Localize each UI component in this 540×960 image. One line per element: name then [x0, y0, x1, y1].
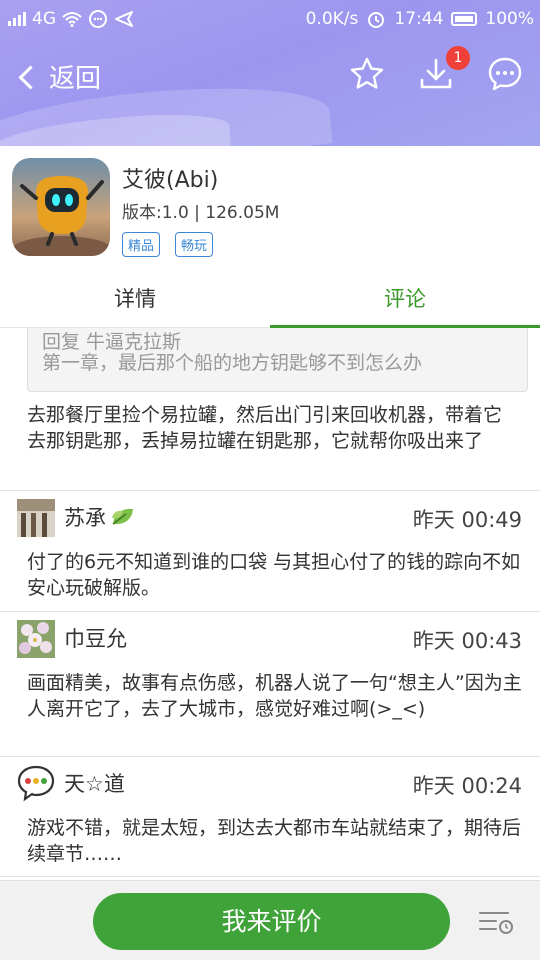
comment-text: 付了的6元不知道到谁的口袋 与其担心付了的钱的踪向不如安心玩破解版。: [27, 551, 521, 599]
back-label: 返回: [49, 64, 102, 94]
back-button[interactable]: 返回: [18, 58, 102, 95]
comment-time: 昨天 00:43: [412, 629, 522, 653]
divider: [0, 490, 540, 491]
comment-text: 画面精美，故事有点伤感，机器人说了一句“想主人”因为主人离开它了，去了大城市，感…: [27, 672, 522, 720]
battery-level: 100%: [485, 9, 534, 29]
alarm-icon: [368, 12, 385, 28]
send-icon: [115, 11, 133, 27]
star-icon[interactable]: [349, 56, 385, 92]
divider: [0, 876, 540, 877]
tag-badge: 畅玩: [175, 232, 214, 257]
app-icon: [12, 158, 110, 256]
app-title: 艾彼(Abi): [122, 168, 219, 193]
signal-icon: [8, 12, 26, 26]
network-speed: 0.0K/s: [305, 9, 359, 29]
comment-time: 昨天 00:24: [412, 774, 522, 798]
avatar[interactable]: [17, 620, 55, 658]
app-info: 艾彼(Abi) 版本:1.0 | 126.05M 精品 畅玩: [0, 146, 540, 270]
avatar[interactable]: [17, 499, 55, 537]
clock: 17:44: [394, 9, 444, 29]
write-review-button[interactable]: 我来评价: [93, 893, 450, 950]
battery-icon: [451, 12, 478, 26]
network-type: 4G: [32, 9, 56, 29]
comment-bubble-icon[interactable]: [487, 56, 523, 92]
wifi-icon: [62, 12, 82, 27]
tab-comments[interactable]: 评论: [270, 270, 540, 328]
header: 4G 0.0K/s 17:44 100% 返回 1: [0, 0, 540, 146]
divider: [0, 756, 540, 757]
comment-text: 游戏不错，就是太短，到达去大都市车站就结束了，期待后续章节……: [27, 817, 522, 865]
status-bar: 4G 0.0K/s 17:44 100%: [0, 0, 540, 38]
tab-details[interactable]: 详情: [0, 270, 270, 328]
comment-list[interactable]: 回复 牛逼克拉斯 第一章，最后那个船的地方钥匙够不到怎么办 去那餐厅里捡个易拉罐…: [0, 328, 540, 880]
tab-bar: 详情 评论: [0, 270, 540, 328]
comment-time: 昨天 00:49: [412, 508, 522, 532]
comment-author: 巾豆允: [64, 627, 127, 651]
comment-author: 天☆道: [64, 772, 125, 796]
leaf-emoji-icon: [112, 508, 133, 525]
chat-app-icon: [89, 10, 107, 28]
tag-badge: 精品: [122, 232, 161, 257]
quoted-comment: 回复 牛逼克拉斯 第一章，最后那个船的地方钥匙够不到怎么办: [27, 328, 528, 392]
download-count-badge: 1: [446, 46, 470, 70]
app-version: 版本:1.0 | 126.05M: [122, 203, 280, 223]
bottom-bar: 我来评价: [0, 880, 540, 960]
tab-comments-label: 评论: [384, 287, 426, 311]
avatar[interactable]: [17, 764, 55, 802]
robot-icon: [12, 176, 110, 256]
chevron-left-icon: [18, 65, 43, 90]
quoted-text: 第一章，最后那个船的地方钥匙够不到怎么办: [42, 352, 423, 374]
history-menu-icon[interactable]: [478, 909, 514, 935]
divider: [0, 611, 540, 612]
reply-text: 去那餐厅里捡个易拉罐，然后出门引来回收机器，带着它去那钥匙那，丢掉易拉罐在钥匙那…: [27, 404, 503, 452]
comment-author: 苏承: [64, 506, 106, 530]
